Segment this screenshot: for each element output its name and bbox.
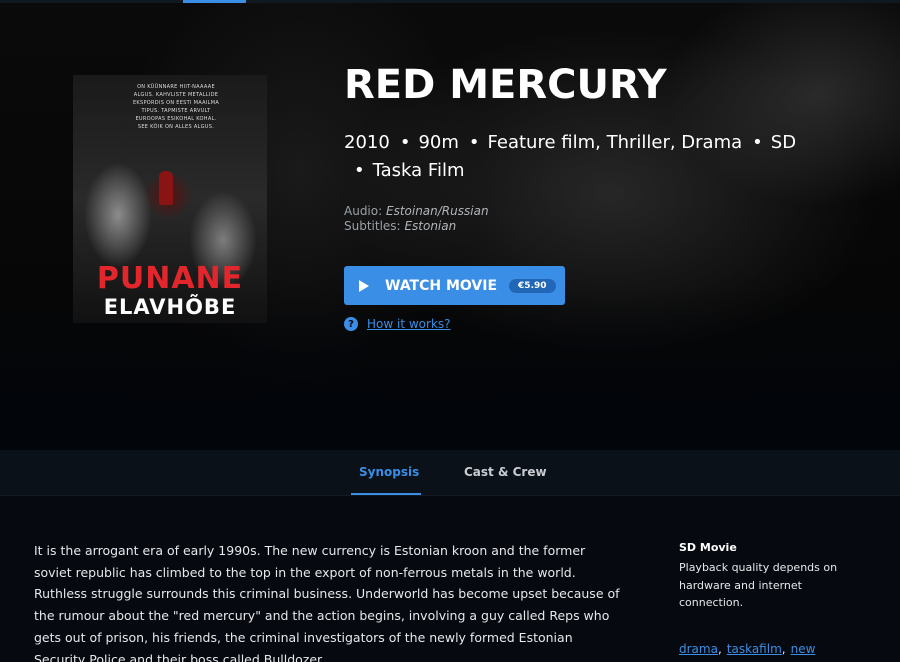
audio-label: Audio: bbox=[344, 204, 383, 218]
sd-movie-title: SD Movie bbox=[679, 541, 737, 554]
question-circle-icon: ? bbox=[344, 317, 358, 331]
how-it-works-link[interactable]: How it works? bbox=[367, 317, 451, 331]
price-badge: €5.90 bbox=[509, 278, 556, 293]
poster-title-line1: PUNANE bbox=[96, 261, 244, 296]
meta-separator: • bbox=[468, 132, 480, 153]
audio-subtitles-info: Audio: Estoinan/Russian Subtitles: Eston… bbox=[344, 204, 489, 234]
synopsis-text: It is the arrogant era of early 1990s. T… bbox=[34, 543, 620, 662]
sd-movie-description: Playback quality depends on hardware and… bbox=[679, 561, 838, 609]
movie-duration: 90m bbox=[418, 132, 459, 153]
subtitles-label: Subtitles: bbox=[344, 219, 401, 233]
active-tab-underline bbox=[351, 493, 421, 495]
tag-link[interactable]: drama bbox=[679, 642, 718, 656]
tag-separator: , bbox=[781, 642, 786, 656]
play-icon bbox=[359, 279, 369, 292]
tag-link[interactable]: taskafilm bbox=[727, 642, 782, 656]
movie-title: RED MERCURY bbox=[344, 62, 667, 108]
movie-quality: SD bbox=[770, 132, 797, 153]
movie-meta: 2010 • 90m • Feature film, Thriller, Drama • S… bbox=[344, 129, 844, 185]
tag-list: drama, taskafilm, new bbox=[679, 642, 815, 656]
how-it-works-row: ? How it works? bbox=[344, 317, 451, 331]
tab-cast-crew[interactable]: Cast & Crew bbox=[464, 465, 547, 479]
meta-separator: • bbox=[354, 160, 365, 181]
movie-year: 2010 bbox=[344, 132, 390, 153]
content-area: It is the arrogant era of early 1990s. T… bbox=[0, 496, 900, 662]
watch-movie-button[interactable]: WATCH MOVIE €5.90 bbox=[344, 266, 565, 305]
poster-title-line2: ELAVHÕBE bbox=[103, 295, 237, 319]
meta-separator: • bbox=[399, 132, 411, 153]
movie-poster: ON KÜÜNNARE HIIT-NAAAAE ALGUS. KAHVLISTE… bbox=[73, 75, 267, 323]
subtitles-value: Estonian bbox=[404, 219, 457, 233]
tag-link[interactable]: new bbox=[791, 642, 816, 656]
audio-line: Audio: Estoinan/Russian bbox=[344, 204, 489, 219]
tabs-bar: Synopsis Cast & Crew bbox=[0, 450, 900, 496]
movie-studio: Taska Film bbox=[372, 160, 465, 181]
poster-red-figure bbox=[159, 171, 173, 205]
tag-separator: , bbox=[717, 642, 722, 656]
meta-separator: • bbox=[752, 132, 763, 153]
watch-movie-label: WATCH MOVIE bbox=[385, 277, 498, 294]
movie-page: ON KÜÜNNARE HIIT-NAAAAE ALGUS. KAHVLISTE… bbox=[0, 0, 900, 662]
audio-value: Estoinan/Russian bbox=[385, 204, 489, 218]
subtitles-line: Subtitles: Estonian bbox=[344, 219, 489, 234]
poster-tagline: ON KÜÜNNARE HIIT-NAAAAE ALGUS. KAHVLISTE… bbox=[132, 84, 220, 130]
movie-genres: Feature film, Thriller, Drama bbox=[487, 132, 743, 153]
tab-synopsis[interactable]: Synopsis bbox=[359, 465, 419, 479]
